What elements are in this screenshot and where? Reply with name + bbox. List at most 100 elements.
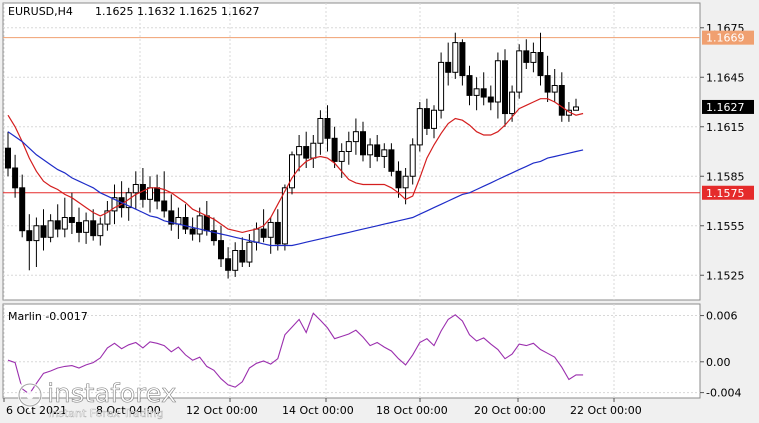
candle-body-50 [360,131,366,156]
candle-body-64 [459,42,466,77]
candle-body-0 [5,147,11,169]
ind-tick-label-1: 0.00 [706,356,731,369]
time-tick-label-5: 20 Oct 00:00 [474,404,546,417]
time-tick-label-2: 12 Oct 00:00 [186,404,258,417]
watermark-tagline: Instant Forex Trading [48,407,164,420]
time-tick-label-4: 18 Oct 00:00 [376,404,448,417]
indicator-axis: 0.006 0.00 -0.004 [700,310,741,400]
candle-body-40 [289,154,295,189]
candle-61 [438,52,445,119]
candle-body-7 [54,220,61,230]
chart-canvas: EURUSD,H4 1.1625 1.1632 1.1625 1.1627 1.… [2,2,754,420]
candle-body-37 [267,221,274,238]
candle-body-69 [494,60,501,103]
candle-body-70 [502,60,508,115]
candle-body-13 [97,223,104,237]
candle-body-77 [551,85,558,93]
ind-tick-label-2: -0.004 [706,387,741,400]
candle-body-60 [431,109,437,129]
price-tick-label-1: 1.1645 [706,71,745,84]
time-tick-label-6: 22 Oct 00:00 [570,404,642,417]
candle-body-54 [388,149,395,172]
time-tick-label-3: 14 Oct 00:00 [282,404,354,417]
candle-body-58 [416,108,423,146]
candle-body-41 [296,146,303,156]
candle-body-6 [47,220,54,238]
candle-body-67 [480,88,487,98]
candle-body-34 [246,241,253,263]
candle-body-27 [196,215,203,235]
candle-body-80 [573,106,579,111]
chart-window: EURUSD,H4 1.1625 1.1632 1.1625 1.1627 1.… [0,0,759,423]
candle-body-36 [260,228,267,238]
candle-body-47 [338,151,345,162]
candle-body-2 [19,187,26,232]
ind-tick-label-0: 0.006 [706,310,738,323]
candle-72 [516,44,523,99]
candle-body-5 [40,225,47,238]
candle-body-30 [218,240,224,260]
candle-body-1 [12,167,19,189]
candle-body-42 [303,146,310,159]
candle-body-61 [438,61,445,111]
price-label-2: 1.1575 [706,187,745,200]
watermark-brand: instaforex [47,379,176,409]
candle-body-43 [310,142,317,159]
candle-body-3 [26,230,33,242]
candle-body-48 [345,141,352,153]
candle-body-11 [83,220,90,233]
candle-body-78 [558,85,565,116]
candle-58 [416,102,423,152]
candle-body-18 [132,184,139,194]
candle-body-39 [281,187,288,245]
candle-body-72 [516,50,523,93]
candle-body-63 [452,42,459,73]
candle-body-8 [61,217,68,230]
candle-body-35 [253,228,260,243]
price-tick-label-3: 1.1585 [706,170,745,183]
candle-body-66 [473,88,480,96]
candle-body-22 [161,200,168,212]
candle-body-57 [409,144,416,177]
candle-body-52 [374,144,381,157]
candle-body-51 [367,144,374,156]
candle-body-55 [395,170,402,189]
candle-body-38 [274,221,281,245]
price-tick-label-4: 1.1555 [706,220,745,233]
candle-body-45 [324,118,331,139]
price-tick-label-5: 1.1525 [706,269,745,282]
candle-body-26 [189,228,196,235]
candle-body-68 [487,96,494,103]
candle-body-49 [352,131,359,143]
candle-body-59 [423,108,430,129]
candle-body-53 [381,149,388,157]
candle-body-76 [544,75,551,93]
candle-body-74 [530,52,537,63]
candle-body-25 [182,217,189,230]
price-axis: 1.16751.16451.16151.15851.15551.15251.16… [700,22,754,282]
candle-body-10 [76,221,82,233]
candle-body-73 [523,50,530,63]
candle-body-32 [232,250,239,271]
candle-body-31 [225,258,232,271]
price-tick-label-2: 1.1615 [706,121,745,134]
price-label-0: 1.1669 [706,32,745,45]
candle-body-65 [466,75,473,96]
candle-body-62 [445,61,452,73]
candle-body-21 [154,187,161,202]
candle-body-56 [402,175,409,189]
indicator-label: Marlin -0.0017 [8,310,88,323]
candle-body-33 [239,250,246,263]
price-label-1: 1.1627 [706,101,745,114]
candle-body-71 [509,91,516,115]
candle-body-46 [331,137,338,162]
candle-body-75 [537,52,544,77]
candle-body-4 [33,225,40,242]
candle-body-44 [317,118,324,144]
candle-40 [289,151,295,195]
candle-body-20 [147,187,153,200]
ohlc-readout: 1.1625 1.1632 1.1625 1.1627 [95,5,259,18]
candle-body-9 [68,217,75,223]
chart-title: EURUSD,H4 [8,5,73,18]
candle-body-12 [90,220,97,237]
